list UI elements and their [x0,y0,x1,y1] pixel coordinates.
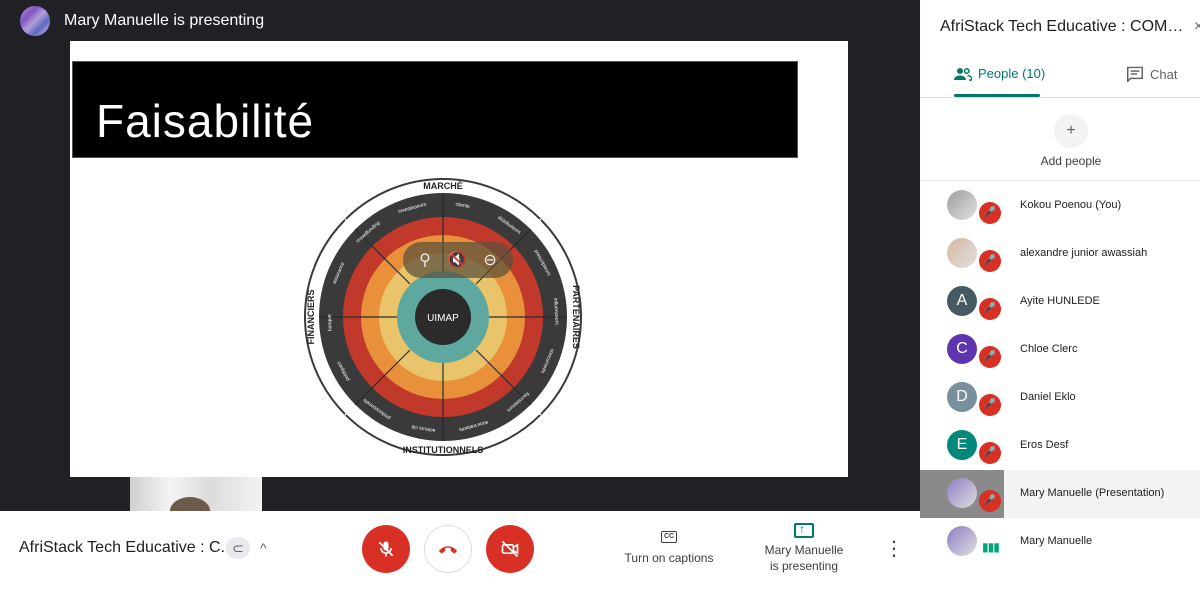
feasibility-wheel: UIMAP MARCHÉ INSTITUTIONNELS FINANCIERS … [304,178,582,456]
speaking-indicator-icon: ▮▮▮ [982,540,1000,554]
presentation-stage: Mary Manuelle is presenting Faisabilité [0,0,920,511]
hang-up-icon [438,546,458,554]
participant-name: Daniel Eklo [1020,391,1076,403]
meeting-name[interactable]: AfriStack Tech Educative : C... [19,539,234,557]
tab-chat[interactable]: Chat [1126,66,1177,82]
tile-overlay-toolbar: ⚲ 🔇 ⊖ [403,242,513,278]
side-panel: AfriStack Tech Educative : COMM... × Peo… [920,0,1200,590]
participant-avatar: C [947,334,977,364]
participant-name: Kokou Poenou (You) [1020,199,1122,211]
presenter-bar: Mary Manuelle is presenting [0,0,920,42]
tab-people[interactable]: People (10) [954,66,1045,81]
participant-avatar [947,238,977,268]
closed-captions-icon: CC [661,531,677,543]
mic-toggle-button[interactable] [362,525,410,573]
chat-icon [1127,66,1143,82]
mic-off-icon: 🎤 [979,346,1001,368]
presenting-button[interactable]: Mary Manuelle is presenting [754,521,854,574]
tab-divider [920,97,1200,98]
presenter-avatar [20,6,50,36]
participant-avatar [947,526,977,556]
mic-off-icon: 🎤 [979,442,1001,464]
list-divider [920,180,1200,181]
wheel-right-label: PARTENAIRES [571,285,581,349]
participant-row[interactable]: 🎤 alexandre junior awassiah [920,230,1200,278]
slide-title: Faisabilité [96,95,315,147]
self-view-tile[interactable] [130,477,262,511]
participant-row[interactable]: D 🎤 Daniel Eklo [920,374,1200,422]
add-person-icon[interactable]: + [1054,114,1088,148]
wheel-segment-label: banque [327,314,334,331]
call-controls-bar: AfriStack Tech Educative : C... ⊂ ^ CC T… [0,511,920,590]
participant-name: Chloe Clerc [1020,343,1078,355]
chevron-up-icon[interactable]: ^ [260,537,267,559]
participant-name: Ayite HUNLEDE [1020,295,1100,307]
slide-title-box: Faisabilité [72,61,798,158]
participant-avatar: A [947,286,977,316]
panel-title: AfriStack Tech Educative : COMM... [940,18,1185,35]
pin-icon[interactable]: ⚲ [419,250,431,270]
mic-off-icon: 🎤 [979,202,1001,224]
more-options-icon[interactable]: ⋮ [884,537,904,561]
present-screen-icon [794,521,814,538]
add-people-label[interactable]: Add people [1020,154,1122,168]
people-icon [954,67,972,81]
wheel-center-label: UIMAP [427,313,459,324]
shared-slide: Faisabilité UIMAP MARCHÉ INSTITUTIONNELS… [70,41,848,477]
participant-avatar: D [947,382,977,412]
tab-chat-label: Chat [1150,66,1178,82]
participant-avatar [947,478,977,508]
camera-toggle-button[interactable] [486,525,534,573]
present-label-line2: is presenting [769,559,839,573]
attachment-icon[interactable]: ⊂ [226,537,250,559]
presenter-text: Mary Manuelle is presenting [64,12,265,29]
close-panel-icon[interactable]: × [1194,18,1200,36]
participant-avatar: E [947,430,977,460]
camera-off-icon [501,540,519,558]
participant-avatar [947,190,977,220]
tab-people-label: People (10) [978,66,1046,81]
participant-row[interactable]: ▮▮▮ Mary Manuelle [920,518,1200,566]
leave-call-button[interactable] [424,525,472,573]
captions-button[interactable]: CC Turn on captions [614,527,724,565]
mute-tile-icon[interactable]: 🔇 [447,250,467,270]
captions-label: Turn on captions [624,551,714,565]
participant-name: Eros Desf [1020,439,1069,451]
wheel-left-label: FINANCIERS [306,289,316,344]
participant-row[interactable]: 🎤 Kokou Poenou (You) [920,182,1200,230]
participant-name: Mary Manuelle [1020,535,1093,547]
participant-row[interactable]: A 🎤 Ayite HUNLEDE [920,278,1200,326]
wheel-bottom-label: INSTITUTIONNELS [403,445,484,455]
participant-row[interactable]: C 🎤 Chloe Clerc [920,326,1200,374]
mic-off-icon [378,541,394,557]
participant-row[interactable]: 🎤 Mary Manuelle (Presentation) [920,470,1200,518]
participant-name: alexandre junior awassiah [1020,247,1148,259]
present-label-line1: Mary Manuelle [764,543,844,557]
wheel-top-label: MARCHÉ [423,181,463,191]
mic-off-icon: 🎤 [979,250,1001,272]
participant-row[interactable]: E 🎤 Eros Desf [920,422,1200,470]
remove-icon[interactable]: ⊖ [483,250,496,270]
participant-name: Mary Manuelle (Presentation) [1020,487,1165,499]
mic-off-icon: 🎤 [979,298,1001,320]
mic-off-icon: 🎤 [979,394,1001,416]
mic-off-icon: 🎤 [979,490,1001,512]
